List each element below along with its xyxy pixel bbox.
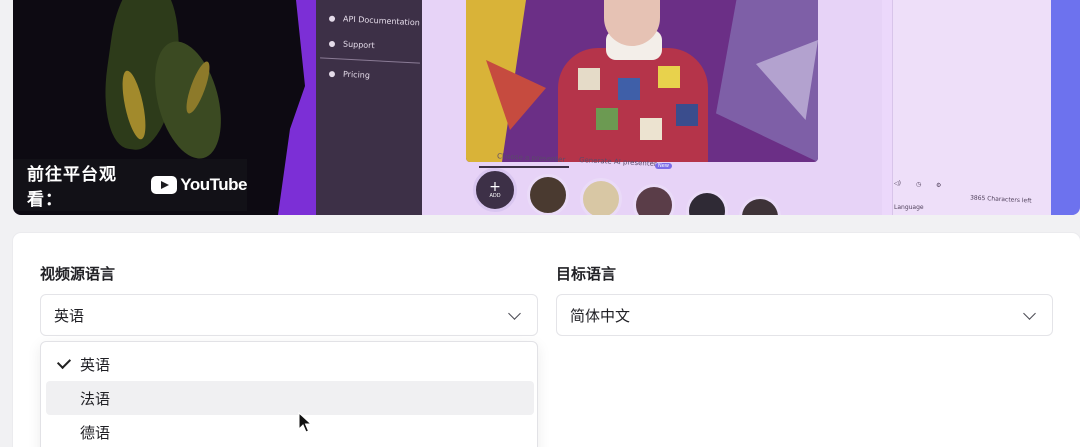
target-language-label: 目标语言 (556, 265, 617, 283)
avatar (580, 178, 622, 215)
plus-icon: + (489, 179, 501, 195)
settings-icon: ⚙ (936, 182, 942, 189)
sidebar-item-label: API Documentation (342, 14, 421, 28)
sidebar-item-api-docs: API Documentation (328, 14, 421, 28)
video-player[interactable]: API Documentation Support Pricing Choose (13, 0, 1080, 215)
check-icon (56, 354, 72, 370)
add-presenter-button: + ADD (473, 168, 517, 212)
mouse-cursor-icon (298, 412, 312, 433)
source-language-label: 视频源语言 (40, 265, 116, 283)
target-language-select[interactable]: 简体中文 (556, 294, 1053, 336)
sidebar-item-label: Pricing (342, 69, 371, 81)
video-edge (1051, 0, 1080, 215)
video-app-sidebar: API Documentation Support Pricing (316, 0, 422, 215)
speaker-icon: ◁) (894, 180, 901, 187)
option-german[interactable]: 德语 (46, 415, 534, 447)
divider (320, 57, 420, 64)
youtube-play-icon (151, 176, 178, 194)
youtube-wordmark: YouTube (180, 175, 247, 194)
source-language-dropdown: 英语 法语 德语 (40, 341, 538, 447)
support-icon (328, 40, 336, 47)
video-app-panel: ◁) ◷ ⚙ 3865 Characters left Language (882, 0, 1062, 215)
option-label: 英语 (80, 355, 111, 374)
pricing-icon (328, 70, 336, 77)
video-presenter-frame (466, 0, 818, 162)
presenter-sweater (558, 48, 708, 162)
chevron-down-icon (1023, 307, 1036, 320)
sidebar-item-support: Support (328, 39, 375, 51)
chevron-down-icon (508, 307, 521, 320)
youtube-overlay[interactable]: 前往平台观看： YouTube (13, 159, 247, 211)
add-label: ADD (489, 193, 501, 199)
source-language-select[interactable]: 英语 (40, 294, 538, 336)
doc-icon (328, 15, 336, 22)
option-english[interactable]: 英语 (46, 347, 534, 381)
target-language-value: 简体中文 (570, 306, 631, 325)
timer-icon: ◷ (916, 181, 922, 188)
source-language-value: 英语 (54, 306, 85, 325)
watch-on-platform-text: 前往平台观看： (27, 165, 117, 210)
option-label: 德语 (80, 423, 111, 442)
option-french[interactable]: 法语 (46, 381, 534, 415)
sidebar-item-label: Support (342, 39, 375, 51)
language-label: Language (894, 204, 924, 211)
tab-badge: New (655, 163, 672, 169)
option-label: 法语 (80, 389, 111, 408)
youtube-logo[interactable]: YouTube (151, 175, 247, 195)
avatar (527, 174, 569, 215)
sidebar-item-pricing: Pricing (328, 69, 371, 81)
